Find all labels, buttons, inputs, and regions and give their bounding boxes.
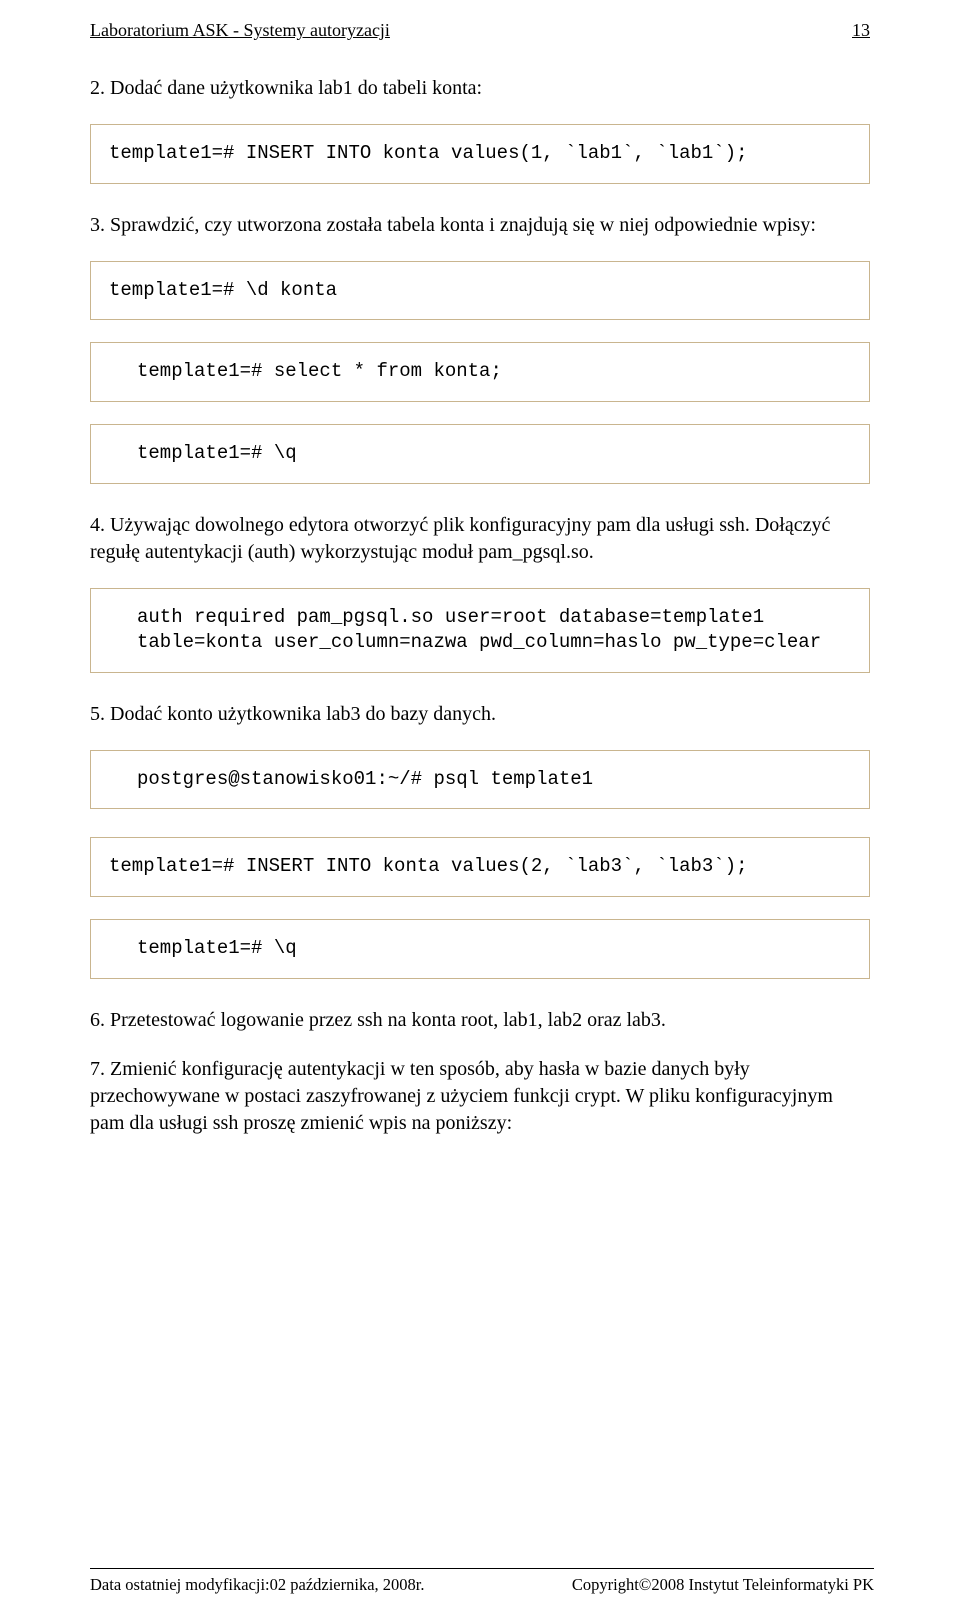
footer-rule: [90, 1568, 874, 1569]
paragraph-step-7: 7. Zmienić konfigurację autentykacji w t…: [90, 1056, 870, 1137]
code-block-insert-lab1: template1=# INSERT INTO konta values(1, …: [90, 124, 870, 184]
footer-copyright: Copyright©2008 Instytut Teleinformatyki …: [572, 1575, 874, 1595]
code-block-select-konta: template1=# select * from konta;: [90, 342, 870, 402]
code-block-quit-2: template1=# \q: [90, 919, 870, 979]
page-footer: Data ostatniej modyfikacji:02 październi…: [90, 1568, 874, 1595]
code-block-pam-auth: auth required pam_pgsql.so user=root dat…: [90, 588, 870, 673]
header-title: Laboratorium ASK - Systemy autoryzacji: [90, 20, 390, 41]
code-block-insert-lab3: template1=# INSERT INTO konta values(2, …: [90, 837, 870, 897]
page-header: Laboratorium ASK - Systemy autoryzacji 1…: [0, 0, 960, 45]
paragraph-step-5: 5. Dodać konto użytkownika lab3 do bazy …: [90, 701, 870, 728]
code-block-quit-1: template1=# \q: [90, 424, 870, 484]
paragraph-step-3: 3. Sprawdzić, czy utworzona została tabe…: [90, 212, 870, 239]
page-number: 13: [852, 20, 870, 41]
paragraph-step-4: 4. Używając dowolnego edytora otworzyć p…: [90, 512, 870, 566]
paragraph-step-6: 6. Przetestować logowanie przez ssh na k…: [90, 1007, 870, 1034]
paragraph-step-2: 2. Dodać dane użytkownika lab1 do tabeli…: [90, 75, 870, 102]
document-body: 2. Dodać dane użytkownika lab1 do tabeli…: [0, 45, 960, 1137]
code-block-d-konta: template1=# \d konta: [90, 261, 870, 321]
code-block-psql-template1: postgres@stanowisko01:~/# psql template1: [90, 750, 870, 810]
footer-modified-date: Data ostatniej modyfikacji:02 październi…: [90, 1575, 424, 1595]
